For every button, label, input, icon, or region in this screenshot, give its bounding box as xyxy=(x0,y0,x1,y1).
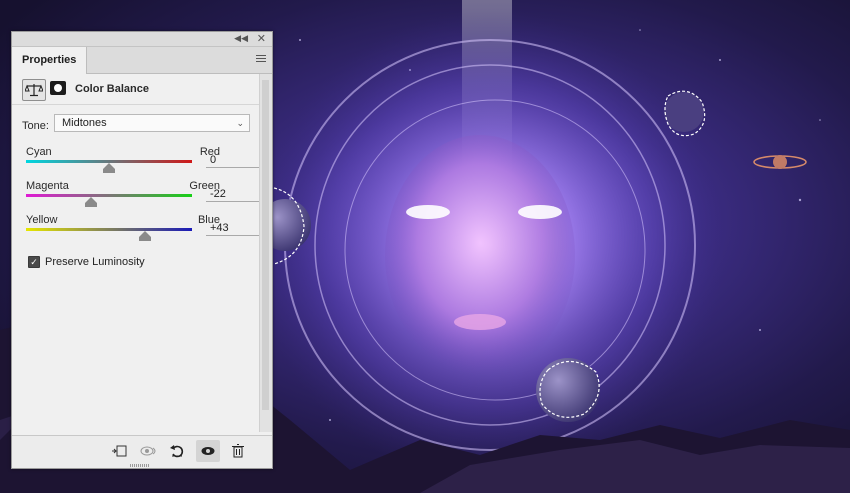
checkmark-icon[interactable]: ✓ xyxy=(28,256,40,268)
panel-menu-icon[interactable] xyxy=(256,55,266,64)
chevron-down-icon: ⌄ xyxy=(236,118,244,128)
magenta-green-track[interactable] xyxy=(26,194,192,197)
slider-label-left: Yellow xyxy=(26,214,58,226)
panel-tab-row: Properties xyxy=(12,47,272,74)
preserve-luminosity-checkbox[interactable]: ✓ Preserve Luminosity xyxy=(28,256,145,268)
tone-dropdown[interactable]: Midtones ⌄ xyxy=(54,114,250,132)
clip-to-layer-icon[interactable] xyxy=(110,443,128,459)
color-balance-icon[interactable] xyxy=(22,79,46,101)
tone-dropdown-value: Midtones xyxy=(62,117,107,129)
adjustment-title: Color Balance xyxy=(75,83,149,95)
view-previous-state-icon[interactable] xyxy=(140,443,158,459)
layer-mask-icon[interactable] xyxy=(50,81,66,95)
collapse-panel-icon[interactable]: ◀◀ xyxy=(234,33,248,44)
cyan-red-slider: Cyan Red xyxy=(26,146,264,180)
yellow-blue-track[interactable] xyxy=(26,228,192,231)
reset-icon[interactable] xyxy=(168,443,186,459)
yellow-blue-slider: Yellow Blue xyxy=(26,214,264,248)
adjustment-header: Color Balance xyxy=(12,74,272,105)
panel-scrollbar[interactable] xyxy=(259,74,272,432)
properties-panel: ◀◀ ✕ Properties Color Balance Tone: Midt… xyxy=(11,31,273,469)
tab-properties[interactable]: Properties xyxy=(12,47,88,74)
magenta-green-value-field[interactable] xyxy=(206,187,262,202)
panel-footer xyxy=(12,435,272,468)
slider-label-left: Magenta xyxy=(26,180,69,192)
visibility-eye-icon[interactable] xyxy=(196,440,220,462)
cyan-red-value-field[interactable] xyxy=(206,153,262,168)
preserve-luminosity-label: Preserve Luminosity xyxy=(45,256,145,268)
yellow-blue-value-field[interactable] xyxy=(206,221,262,236)
panel-title-bar[interactable]: ◀◀ ✕ xyxy=(12,32,272,47)
panel-resize-grip[interactable] xyxy=(130,464,150,467)
tone-label: Tone: xyxy=(22,120,49,132)
trash-icon[interactable] xyxy=(229,443,247,459)
scrollbar-thumb[interactable] xyxy=(262,80,269,410)
close-icon[interactable]: ✕ xyxy=(257,32,266,45)
slider-label-left: Cyan xyxy=(26,146,52,158)
magenta-green-slider: Magenta Green xyxy=(26,180,264,214)
